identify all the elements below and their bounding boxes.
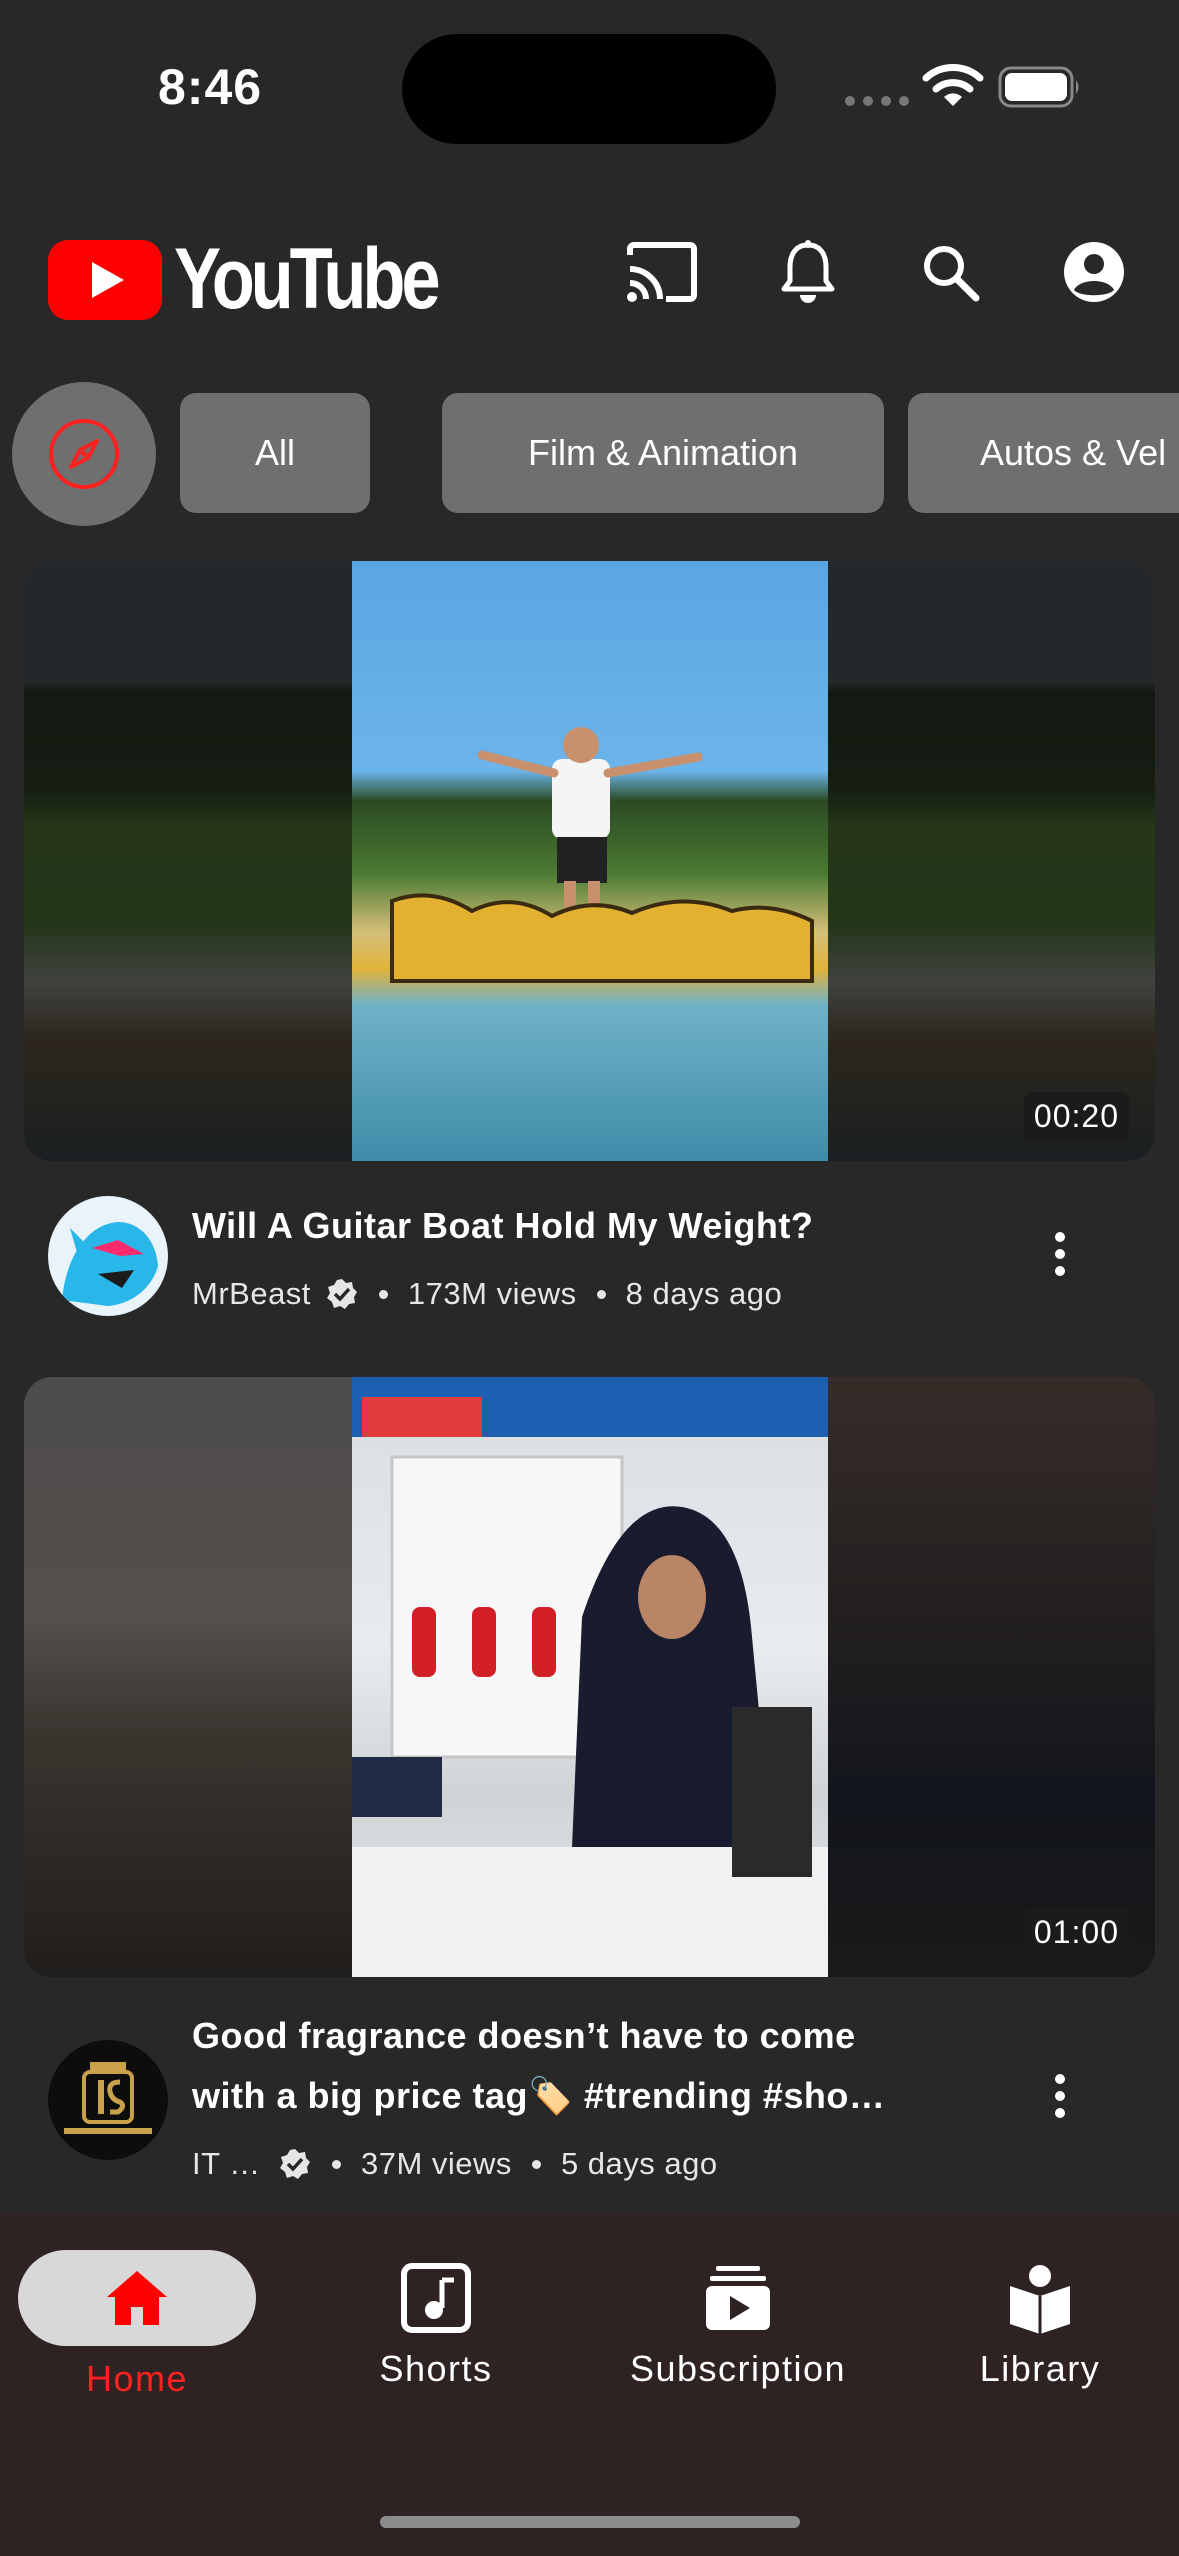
video-title[interactable]: Will A Guitar Boat Hold My Weight? — [192, 1196, 982, 1256]
video-thumbnail[interactable]: 00:20 — [24, 561, 1155, 1161]
library-book-icon — [1010, 2265, 1070, 2334]
dynamic-island — [402, 34, 776, 144]
wifi-icon — [922, 64, 984, 106]
compass-icon — [49, 419, 119, 489]
meta-separator — [332, 2159, 341, 2169]
nav-subscription[interactable]: Subscription — [606, 2262, 870, 2390]
video-meta: IT … 37M views 5 days ago — [192, 2146, 718, 2182]
channel-avatar[interactable] — [48, 1196, 168, 1316]
cast-icon — [627, 242, 697, 302]
nav-home-highlight — [18, 2250, 256, 2346]
battery-icon — [998, 66, 1079, 108]
meta-separator — [596, 1289, 606, 1299]
chip-all[interactable]: All — [180, 393, 370, 513]
upload-age: 8 days ago — [625, 1276, 783, 1311]
video-duration: 00:20 — [1023, 1092, 1129, 1141]
channel-name[interactable]: IT … — [192, 2146, 264, 2182]
coke-refunds-figure — [352, 1377, 828, 1977]
youtube-logo[interactable]: YouTube — [48, 230, 494, 329]
subscriptions-icon — [706, 2266, 770, 2330]
chip-film-animation[interactable]: Film & Animation — [442, 393, 884, 513]
account-button[interactable] — [1054, 232, 1134, 312]
more-options-icon[interactable] — [1040, 2074, 1080, 2118]
view-count: 173M views — [407, 1276, 577, 1311]
notifications-button[interactable] — [768, 232, 848, 312]
view-count: 37M views — [361, 2146, 512, 2181]
youtube-play-icon — [48, 239, 162, 320]
cast-button[interactable] — [622, 232, 702, 312]
channel-avatar[interactable] — [48, 2040, 168, 2160]
music-note-icon — [401, 2263, 471, 2333]
verified-badge-icon — [280, 2149, 310, 2179]
mrbeast-avatar-icon — [48, 1196, 168, 1316]
meta-separator — [531, 2159, 541, 2169]
search-button[interactable] — [910, 232, 990, 312]
video-title-line: with a big price tag🏷️ #trending #sho… — [192, 2075, 886, 2116]
nav-home-label: Home — [85, 2358, 189, 2399]
verified-badge-icon — [326, 1279, 357, 1309]
nav-library-label: Library — [979, 2348, 1101, 2389]
more-options-icon[interactable] — [1040, 1232, 1080, 1276]
video-title-line: Good fragrance doesn’t have to come — [192, 2015, 856, 2056]
meta-separator — [378, 1289, 388, 1299]
status-time: 8:46 — [158, 59, 263, 115]
youtube-wordmark: YouTube — [174, 231, 441, 327]
bell-icon — [781, 240, 835, 303]
video-duration: 01:00 — [1023, 1908, 1129, 1957]
upload-age: 5 days ago — [560, 2146, 718, 2181]
nav-shorts-label: Shorts — [379, 2348, 493, 2389]
nav-shorts[interactable]: Shorts — [336, 2262, 536, 2390]
home-indicator[interactable] — [380, 2516, 800, 2528]
explore-chip[interactable] — [12, 382, 156, 526]
cellular-signal-icon — [845, 96, 909, 106]
guitar-boat-figure — [390, 727, 814, 983]
nav-home[interactable]: Home — [18, 2250, 256, 2400]
video-title[interactable]: Good fragrance doesn’t have to come with… — [192, 2006, 982, 2126]
catchysmells-avatar-icon — [48, 2040, 168, 2160]
nav-subscription-label: Subscription — [629, 2348, 847, 2389]
video-thumbnail[interactable]: 01:00 — [24, 1377, 1155, 1977]
home-icon — [107, 2271, 167, 2325]
video-title-line: Will A Guitar Boat Hold My Weight? — [192, 1205, 814, 1246]
search-icon — [924, 246, 980, 302]
nav-library[interactable]: Library — [940, 2262, 1140, 2390]
video-meta: MrBeast 173M views 8 days ago — [192, 1276, 782, 1312]
channel-name[interactable]: MrBeast — [192, 1276, 311, 1312]
account-circle-icon — [1064, 242, 1124, 302]
chip-autos-vehicles[interactable]: Autos & Vel — [908, 393, 1179, 513]
